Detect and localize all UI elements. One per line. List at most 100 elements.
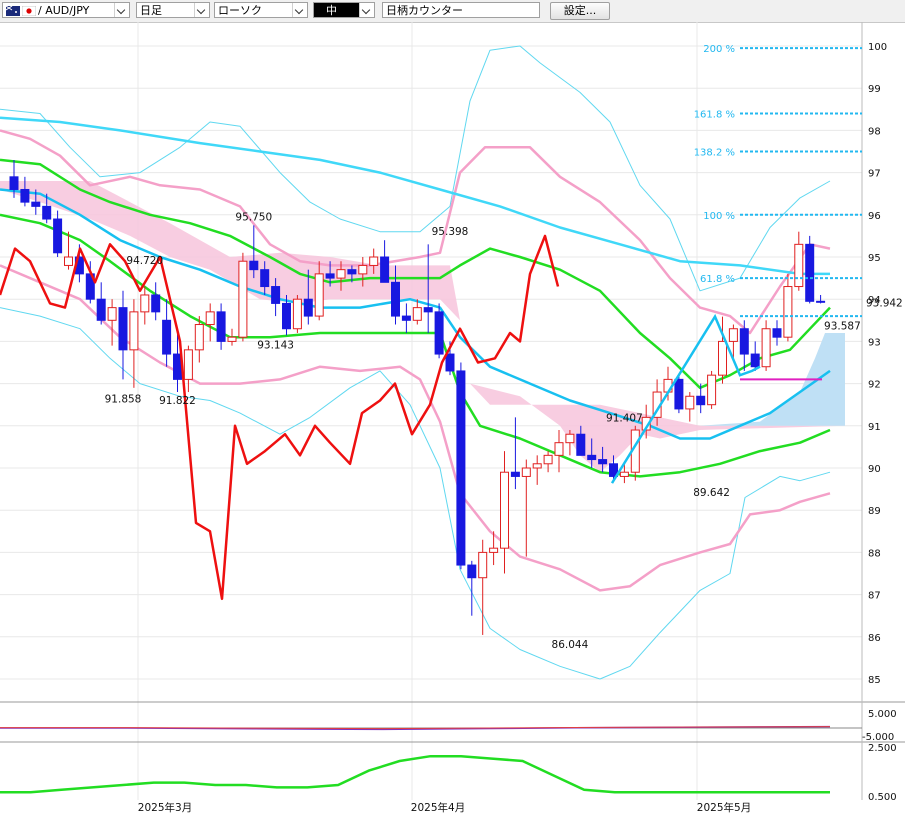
price-label: 93.143 — [257, 339, 294, 351]
price-tick-label: 98 — [868, 126, 881, 137]
volatility-tick-label: 0.500 — [868, 792, 897, 803]
price-tick-label: 96 — [868, 211, 881, 222]
candle-body — [445, 353, 455, 372]
size-select[interactable]: 中 — [313, 2, 375, 18]
price-label: 95.398 — [432, 226, 469, 238]
toolbar: / AUD/JPY 日足 ローソク 中 日柄カウンター 設定... — [0, 0, 905, 23]
date-tick-label: 2025年4月 — [411, 801, 465, 814]
candle-body — [260, 269, 270, 288]
au-flag-icon — [6, 6, 20, 16]
candle-body — [434, 311, 444, 355]
price-label: 91.407 — [606, 413, 643, 425]
candle-body — [728, 328, 738, 342]
candle-body — [739, 328, 749, 355]
price-tick-label: 93 — [868, 337, 881, 348]
candle-body — [42, 205, 52, 220]
candle-body — [118, 307, 128, 351]
price-tick-label: 97 — [868, 169, 881, 180]
chart-style-select[interactable]: ローソク — [214, 2, 308, 18]
candle-body — [772, 328, 782, 338]
price-tick-label: 91 — [868, 422, 881, 433]
candle-body — [478, 551, 488, 579]
timeframe-select[interactable]: 日足 — [136, 2, 210, 18]
candle-body — [816, 300, 826, 303]
oscillator-tick-label: -5.000 — [862, 732, 894, 743]
candle-body — [619, 471, 629, 477]
price-tick-label: 87 — [868, 591, 881, 602]
candle-body — [271, 286, 281, 304]
candle-body — [532, 463, 542, 469]
candle-body — [31, 201, 41, 207]
chart-area[interactable]: 200 % 161.8 % 138.2 % 100 % 61.8 % 95.750 95.… — [0, 22, 905, 818]
candle-body — [489, 547, 499, 553]
date-axis: 2025年3月 2025年4月 2025年5月 — [138, 801, 751, 814]
candle-body — [282, 302, 291, 330]
symbol-select[interactable]: / AUD/JPY — [2, 2, 130, 18]
candle-body — [151, 294, 161, 313]
candle-body — [598, 459, 608, 465]
candle-body — [140, 294, 150, 313]
counter-field[interactable]: 日柄カウンター — [382, 2, 540, 18]
candle-body — [685, 395, 695, 410]
chevron-down-icon[interactable] — [359, 3, 374, 17]
price-label: 93.587 — [824, 321, 861, 333]
candle-body — [500, 471, 509, 549]
candle-body — [794, 243, 804, 288]
candle-body — [674, 378, 684, 410]
candle-body — [554, 442, 564, 456]
price-tick-label: 89 — [868, 506, 881, 517]
candle-body — [521, 467, 531, 477]
candle-body — [412, 307, 422, 321]
jp-flag-icon — [22, 6, 36, 16]
candle-body — [162, 319, 172, 355]
price-tick-label: 99 — [868, 84, 881, 95]
candle-body — [456, 370, 466, 566]
candle-body — [9, 176, 19, 190]
candle-body — [380, 256, 390, 283]
candle-body — [107, 307, 117, 321]
fibonacci-label: 100 % — [703, 211, 735, 222]
candle-body — [238, 260, 248, 338]
date-tick-label: 2025年3月 — [138, 801, 192, 814]
candle-body — [369, 256, 379, 266]
volatility-line — [0, 754, 830, 794]
price-tick-label: 100 — [868, 42, 887, 53]
fibonacci-label: 61.8 % — [700, 274, 735, 285]
indicator-lines — [0, 45, 831, 680]
price-label: 86.044 — [552, 639, 589, 651]
chevron-down-icon[interactable] — [292, 3, 307, 17]
price-tick-label: 85 — [868, 675, 881, 686]
settings-button[interactable]: 設定... — [550, 2, 610, 20]
candle-body — [53, 218, 63, 254]
candle-body — [358, 264, 368, 275]
oscillator-panel: 5.000 -5.000 — [0, 709, 897, 743]
chevron-down-icon[interactable] — [114, 3, 129, 17]
chevron-down-icon[interactable] — [194, 3, 209, 17]
price-label: 95.750 — [235, 211, 272, 223]
candle-body — [64, 256, 73, 266]
price-tick-label: 92 — [868, 380, 881, 391]
candle-body — [761, 328, 771, 368]
candle-body — [347, 269, 357, 275]
price-label: 91.858 — [105, 394, 142, 406]
candle-body — [565, 433, 575, 444]
candle-body — [750, 353, 760, 368]
volatility-tick-label: 2.500 — [868, 743, 897, 754]
candle-body — [707, 374, 717, 406]
price-label: 91.822 — [159, 395, 196, 407]
candle-body — [183, 349, 193, 380]
candle-body — [194, 324, 204, 351]
bollinger-upper-2-line — [0, 45, 831, 292]
volatility-panel: 2.500 0.500 — [0, 743, 897, 803]
chart-style-label: ローソク — [218, 4, 262, 17]
fibonacci-levels: 200 % 161.8 % 138.2 % 100 % 61.8 % — [694, 44, 862, 318]
candle-body — [783, 286, 793, 338]
candle-body — [292, 298, 302, 330]
price-tick-label: 88 — [868, 548, 881, 559]
candle-body — [96, 298, 106, 321]
fibonacci-label: 138.2 % — [694, 148, 735, 159]
candle-body — [325, 273, 335, 279]
grid-lines — [0, 22, 905, 800]
symbol-label: / AUD/JPY — [38, 4, 90, 17]
price-axis: 10099989796959493929190898887868593.942 — [866, 42, 903, 686]
